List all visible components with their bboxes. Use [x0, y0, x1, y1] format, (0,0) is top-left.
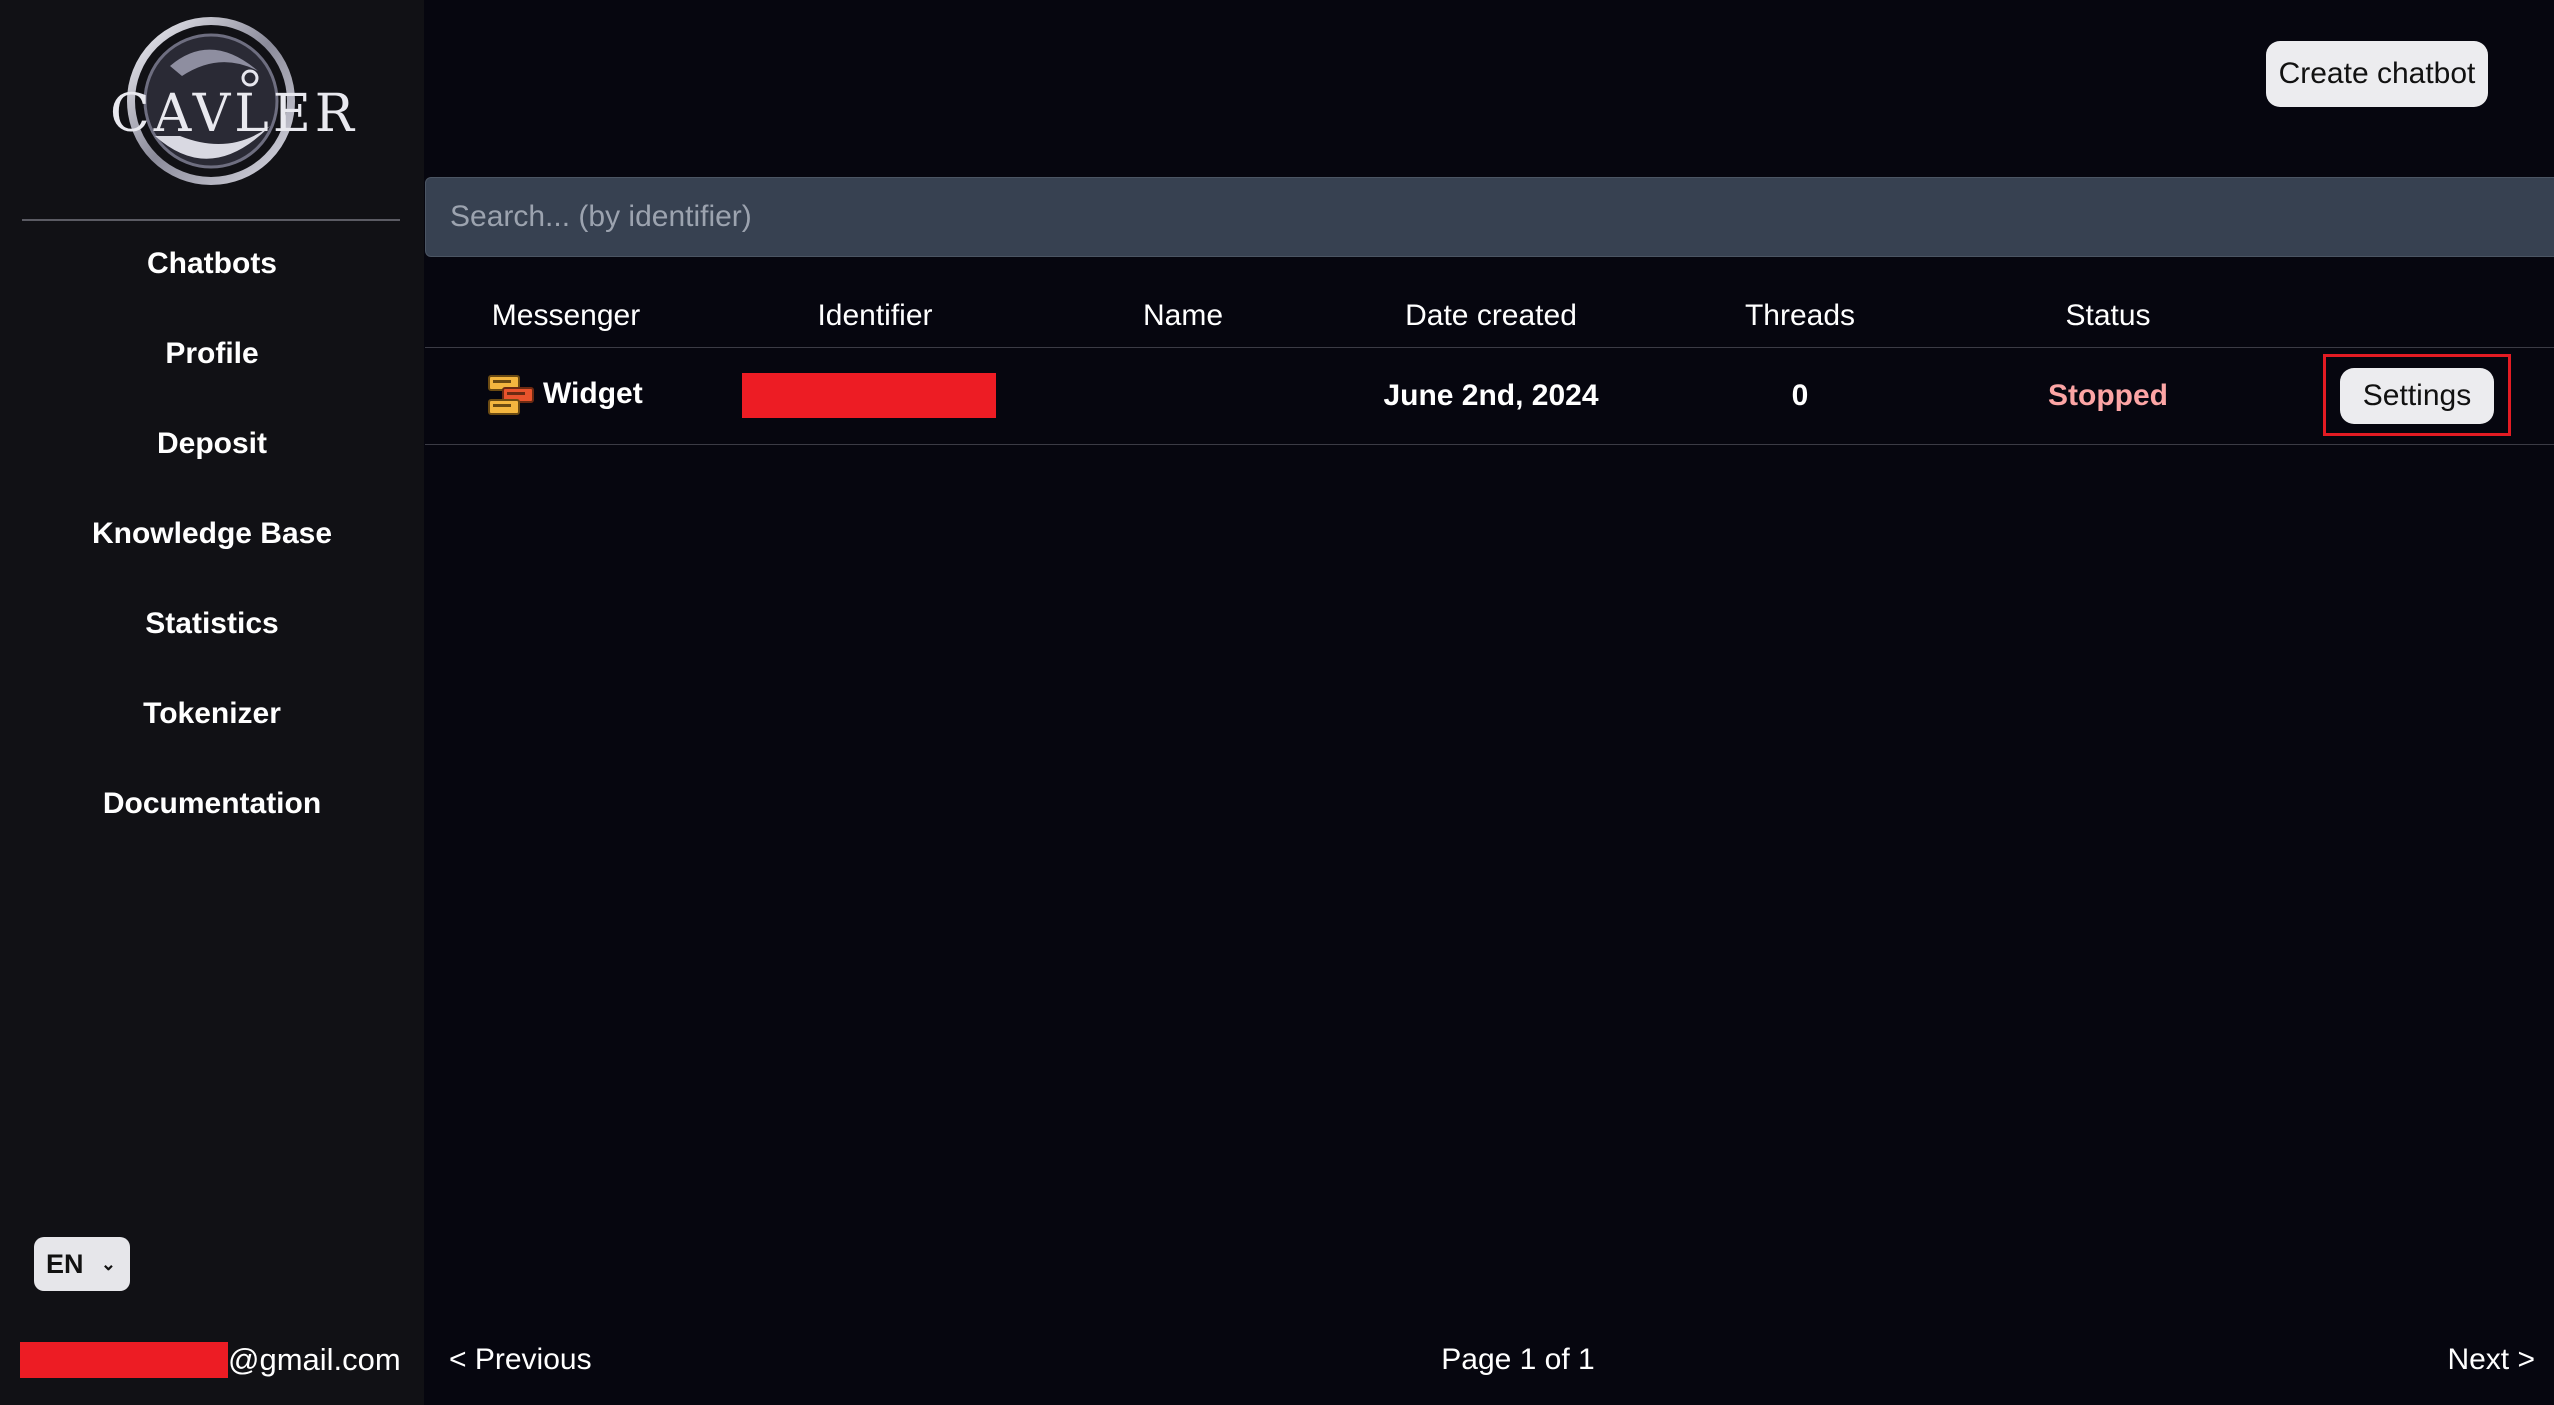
- column-header-identifier: Identifier: [817, 299, 933, 332]
- logo-text: CAVLER: [110, 84, 358, 144]
- search-input[interactable]: [425, 177, 2554, 257]
- row-name: [1083, 374, 1283, 418]
- sidebar-item-tokenizer[interactable]: Tokenizer: [0, 688, 424, 778]
- redacted-email-name: [20, 1342, 228, 1378]
- row-messenger: Widget: [543, 377, 643, 410]
- sidebar-item-chatbots[interactable]: Chatbots: [0, 238, 424, 328]
- sidebar-divider: [22, 219, 400, 221]
- column-header-threads: Threads: [1744, 299, 1856, 332]
- column-header-messenger: Messenger: [491, 299, 641, 332]
- row-status-badge: Stopped: [2048, 379, 2168, 412]
- column-header-status: Status: [2065, 299, 2151, 332]
- settings-button[interactable]: Settings: [2340, 368, 2494, 424]
- sidebar-item-deposit[interactable]: Deposit: [0, 418, 424, 508]
- table-row-divider: [425, 444, 2554, 445]
- app-root: CAVLER Chatbots Profile Deposit Knowledg…: [0, 0, 2554, 1405]
- sidebar-item-documentation[interactable]: Documentation: [0, 778, 424, 868]
- previous-page-link[interactable]: < Previous: [449, 1340, 592, 1380]
- create-chatbot-button[interactable]: Create chatbot: [2266, 41, 2488, 107]
- chevron-down-icon: ⌄: [100, 1254, 116, 1274]
- sidebar-item-profile[interactable]: Profile: [0, 328, 424, 418]
- sidebar: CAVLER Chatbots Profile Deposit Knowledg…: [0, 0, 424, 1405]
- next-page-link[interactable]: Next >: [2380, 1340, 2535, 1380]
- column-header-date-created: Date created: [1405, 299, 1577, 332]
- table-header-divider: [425, 347, 2554, 348]
- page-indicator: Page 1 of 1: [1441, 1343, 1595, 1376]
- row-identifier-redacted: [742, 373, 996, 418]
- column-header-name: Name: [1142, 299, 1224, 332]
- widget-messenger-icon: [488, 375, 534, 415]
- row-threads: 0: [1791, 379, 1809, 412]
- sidebar-nav: Chatbots Profile Deposit Knowledge Base …: [0, 238, 424, 868]
- language-value: EN: [46, 1249, 84, 1279]
- sidebar-item-statistics[interactable]: Statistics: [0, 598, 424, 688]
- user-email: @gmail.com: [20, 1340, 401, 1380]
- row-date-created: June 2nd, 2024: [1383, 379, 1599, 412]
- user-email-suffix: @gmail.com: [228, 1342, 401, 1377]
- brand-logo[interactable]: CAVLER: [110, 16, 358, 186]
- language-select[interactable]: EN ⌄: [34, 1237, 130, 1291]
- sidebar-item-knowledge-base[interactable]: Knowledge Base: [0, 508, 424, 598]
